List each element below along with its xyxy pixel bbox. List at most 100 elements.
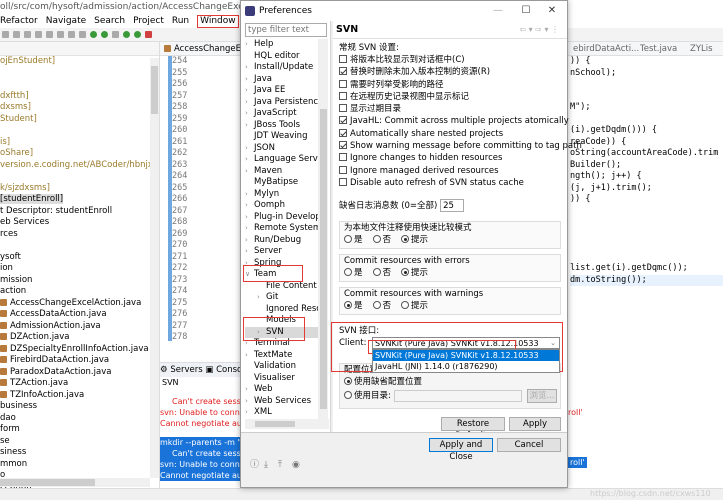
nav-item-mybatipse[interactable]: MyBatipse	[245, 177, 319, 189]
tree-item[interactable]: oShare]	[0, 148, 159, 160]
checkbox[interactable]	[339, 128, 347, 137]
radio-default-config[interactable]: 使用缺省配置位置	[344, 376, 422, 388]
run-config-icon[interactable]	[134, 31, 141, 38]
log-count-input[interactable]	[440, 199, 465, 213]
checkbox-option[interactable]: Ignore changes to hidden resources	[339, 152, 561, 164]
record-icon[interactable]: ◉	[292, 461, 301, 470]
chevron-right-icon[interactable]: ›	[245, 85, 254, 97]
project-explorer-hscroll[interactable]	[0, 478, 150, 487]
chevron-right-icon[interactable]: ›	[245, 212, 254, 224]
checkbox-option[interactable]: 将版本比较显示到对话框中(C)	[339, 54, 561, 66]
tree-item[interactable]: ojEnStudent]	[0, 56, 159, 68]
cancel-button[interactable]: Cancel	[497, 438, 561, 452]
tree-item[interactable]: TZAction.java	[0, 378, 159, 390]
chevron-right-icon[interactable]: ›	[245, 189, 254, 201]
tree-item[interactable]: FirebirdDataAction.java	[0, 355, 159, 367]
nav-item-language-server[interactable]: ›Language Server	[245, 154, 319, 166]
checkbox[interactable]	[339, 55, 347, 63]
tab-console[interactable]: ▣ Consol	[205, 365, 242, 375]
nav-item-xml[interactable]: › XML	[245, 407, 319, 419]
nav-item-mylyn[interactable]: › Mylyn	[245, 189, 319, 201]
tree-item[interactable]: AccessDataAction.java	[0, 309, 159, 321]
tree-item[interactable]	[0, 68, 159, 80]
restore-defaults-button[interactable]: Restore Defaults	[441, 417, 505, 441]
tree-item[interactable]: Student]	[0, 114, 159, 126]
chevron-right-icon[interactable]: ›	[245, 396, 254, 408]
nav-item-run-debug[interactable]: › Run/Debug	[245, 235, 319, 247]
tree-item[interactable]: dxsms]	[0, 102, 159, 114]
nav-item-jboss-tools[interactable]: › JBoss Tools	[245, 120, 319, 132]
checkbox[interactable]	[339, 67, 347, 76]
radio-option[interactable]: 提示	[401, 234, 428, 246]
radio-option[interactable]: 否	[372, 267, 391, 279]
nav-item-web[interactable]: › Web	[245, 384, 319, 396]
stop-icon[interactable]	[145, 31, 152, 38]
chevron-right-icon[interactable]: ›	[245, 407, 254, 419]
tree-item[interactable]: ion	[0, 263, 159, 275]
checkbox-option[interactable]: Show warning message before committing t…	[339, 140, 582, 152]
tree-item[interactable]: DZSpecialtyEnrollInfoAction.java	[0, 344, 159, 356]
minimize-button[interactable]: —	[487, 1, 509, 21]
export-icon[interactable]: ⤒	[278, 461, 287, 470]
tree-item[interactable]: mmon	[0, 459, 159, 471]
tree-item[interactable]: rces	[0, 229, 159, 241]
back-forward-icon[interactable]: ⇦ ▾ ⇨ ▾ ⋮	[519, 21, 559, 39]
help-icon[interactable]: ⓘ	[250, 461, 259, 470]
editor-tab[interactable]: ZYLis	[690, 42, 713, 56]
checkbox-option[interactable]: Automatically share nested projects	[339, 128, 561, 140]
browse-button[interactable]: 浏览...	[527, 389, 557, 404]
chevron-right-icon[interactable]: ›	[245, 74, 254, 86]
chevron-right-icon[interactable]: ›	[245, 39, 254, 51]
project-explorer-vscroll[interactable]	[150, 58, 159, 478]
checkbox-option[interactable]: 需要时列举受影响的路径	[339, 79, 561, 91]
chevron-right-icon[interactable]: ›	[245, 235, 254, 247]
tab-servers[interactable]: ⚙ Servers	[160, 365, 203, 375]
radio-option[interactable]: 否	[372, 234, 391, 246]
debug-icon[interactable]	[101, 31, 108, 38]
nav-item-hql-editor[interactable]: HQL editor	[245, 51, 319, 63]
tree-item[interactable]	[0, 125, 159, 137]
tree-item[interactable]: is]	[0, 137, 159, 149]
import-icon[interactable]: ⤓	[264, 461, 273, 470]
toolbar-icon[interactable]	[46, 31, 53, 38]
radio-option[interactable]: 提示	[401, 300, 428, 312]
directory-input[interactable]	[394, 390, 522, 403]
run-icon[interactable]	[90, 31, 97, 38]
tree-item[interactable]: AdmissionAction.java	[0, 321, 159, 333]
nav-hscroll[interactable]	[245, 419, 329, 429]
menu-navigate[interactable]: Navigate	[46, 14, 86, 28]
toolbar-icon[interactable]	[112, 31, 119, 38]
editor-tab[interactable]: ebirdDataActi...	[573, 42, 639, 56]
checkbox[interactable]	[339, 153, 347, 162]
chevron-right-icon[interactable]: ›	[245, 200, 254, 212]
chevron-right-icon[interactable]: ›	[245, 143, 254, 155]
toolbar-icon[interactable]	[24, 31, 31, 38]
radio-option[interactable]: 提示	[401, 267, 428, 279]
nav-item-help[interactable]: › Help	[245, 39, 319, 51]
chevron-right-icon[interactable]: ›	[245, 108, 254, 120]
chevron-right-icon[interactable]: ›	[245, 120, 254, 132]
client-option[interactable]: JavaHL (JNI) 1.14.0 (r1876290)	[373, 361, 559, 372]
tree-item[interactable]: ParadoxDataAction.java	[0, 367, 159, 379]
client-option[interactable]: SVNKit (Pure Java) SVNKit v1.8.12.10533	[373, 350, 559, 362]
tree-item[interactable]: siness	[0, 447, 159, 459]
nav-item-web-services[interactable]: › Web Services	[245, 396, 319, 408]
run-server-icon[interactable]	[123, 31, 130, 38]
nav-item-json[interactable]: › JSON	[245, 143, 319, 155]
nav-item-ignored-resources[interactable]: Ignored Resources	[245, 304, 319, 316]
nav-item-java-persistence[interactable]: › Java Persistence	[245, 97, 319, 109]
checkbox[interactable]	[339, 104, 347, 113]
nav-item-java-ee[interactable]: › Java EE	[245, 85, 319, 97]
toolbar-icon[interactable]	[57, 31, 64, 38]
close-button[interactable]: ✕	[541, 1, 563, 21]
checkbox-option[interactable]: 替换时删除未加入版本控制的资源(R)	[339, 66, 561, 78]
menu-run[interactable]: Run	[172, 14, 189, 28]
menu-project[interactable]: Project	[133, 14, 164, 28]
tree-item[interactable]: ysoft	[0, 252, 159, 264]
tree-item[interactable]: k/sjzdxsms]	[0, 183, 159, 195]
toolbar-icon[interactable]	[68, 31, 75, 38]
checkbox-option[interactable]: Disable auto refresh of SVN status cache	[339, 177, 561, 189]
tree-item[interactable]: DZAction.java	[0, 332, 159, 344]
nav-item-plug-in-development[interactable]: ›Plug-in Development	[245, 212, 319, 224]
tree-item[interactable]: TZInfoAction.java	[0, 390, 159, 402]
